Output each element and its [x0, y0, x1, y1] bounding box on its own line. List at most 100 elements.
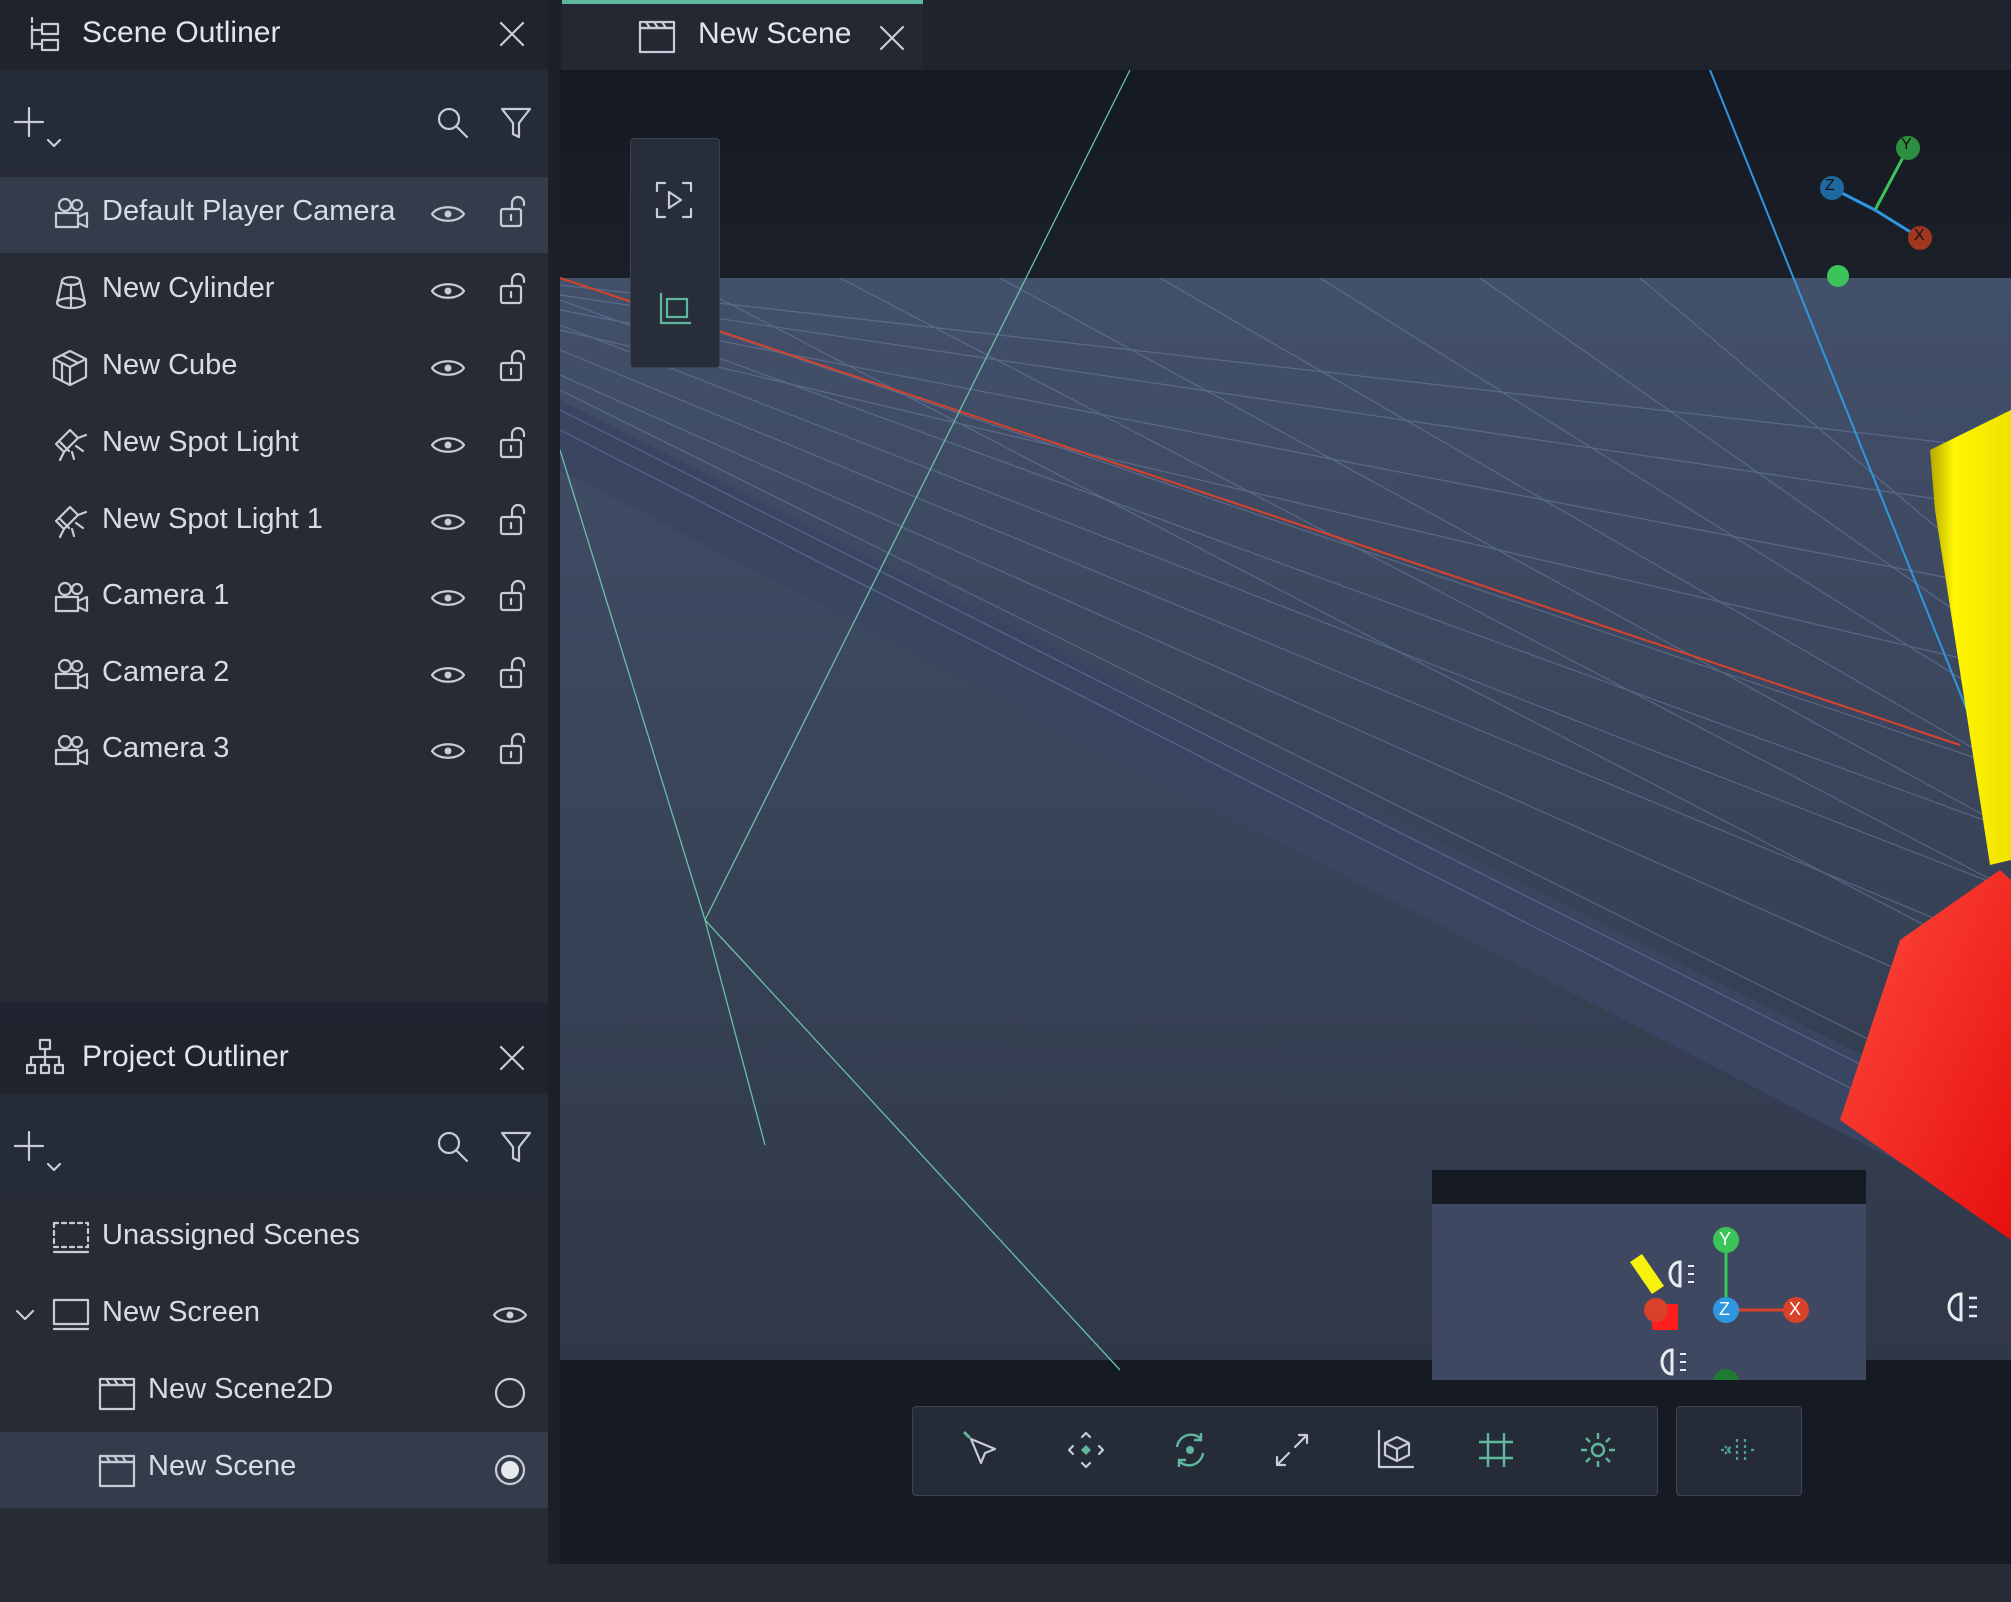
lock-open-icon[interactable]: [498, 272, 528, 306]
panel-splitter[interactable]: [548, 0, 560, 1602]
close-icon[interactable]: [498, 20, 526, 48]
lock-open-icon[interactable]: [498, 195, 528, 229]
play-frame-icon[interactable]: [655, 181, 693, 219]
visibility-eye-icon[interactable]: [430, 201, 466, 227]
gizmo-label-y: Y: [1901, 136, 1912, 153]
snap-grid-icon[interactable]: [1473, 1427, 1519, 1473]
visibility-eye-icon[interactable]: [430, 278, 466, 304]
search-icon[interactable]: [436, 106, 470, 140]
visibility-eye-icon[interactable]: [430, 662, 466, 688]
project-item-label: New Scene2D: [148, 1373, 334, 1405]
lock-open-icon[interactable]: [498, 579, 528, 613]
add-dropdown-icon[interactable]: [14, 106, 64, 148]
project-outliner-title: Project Outliner: [82, 1040, 289, 1073]
tab-label: New Scene: [698, 17, 852, 50]
light-gizmo-icon[interactable]: [1945, 1290, 1985, 1324]
outliner-row-new-spot-light[interactable]: New Spot Light: [0, 408, 548, 484]
outliner-item-label: New Cube: [102, 349, 238, 381]
outliner-item-label: Default Player Camera: [102, 195, 396, 227]
add-dropdown-icon[interactable]: [14, 1130, 64, 1172]
outliner-row-camera-2[interactable]: Camera 2: [0, 638, 548, 714]
extra-toolbar: [1676, 1406, 1802, 1496]
lock-open-icon[interactable]: [498, 503, 528, 537]
preview-gizmo-x-label: X: [1789, 1299, 1802, 1319]
project-row-new-screen[interactable]: New Screen: [0, 1278, 548, 1354]
preview-gizmo-y-label: Y: [1719, 1229, 1732, 1249]
scene-icon: [98, 1452, 136, 1488]
radio-unselected-icon[interactable]: [494, 1377, 526, 1409]
close-icon[interactable]: [878, 24, 906, 52]
pivot-tool-icon[interactable]: [1715, 1427, 1761, 1473]
project-outliner-panel: Project Outliner Unassigned Scenes New S…: [0, 1024, 560, 1602]
project-item-label: New Screen: [102, 1296, 260, 1328]
project-item-label: New Scene: [148, 1450, 297, 1482]
outliner-item-label: New Spot Light 1: [102, 503, 323, 535]
screen-icon: [52, 1298, 90, 1332]
outliner-row-camera-3[interactable]: Camera 3: [0, 714, 548, 790]
cube-icon: [52, 349, 88, 387]
filter-icon[interactable]: [500, 106, 532, 140]
project-row-unassigned-scenes[interactable]: Unassigned Scenes: [0, 1201, 548, 1277]
close-icon[interactable]: [498, 1044, 526, 1072]
outliner-row-default-player-camera[interactable]: Default Player Camera: [0, 177, 548, 253]
gizmo-label-z: Z: [1825, 177, 1835, 194]
filter-icon[interactable]: [500, 1130, 532, 1164]
lock-open-icon[interactable]: [498, 656, 528, 690]
outliner-item-label: Camera 3: [102, 732, 230, 764]
lighting-toggle-icon[interactable]: [1575, 1427, 1621, 1473]
outliner-item-label: New Cylinder: [102, 272, 275, 304]
editor-tab-bar: New Scene: [560, 0, 2011, 70]
lock-open-icon[interactable]: [498, 426, 528, 460]
scene-icon: [638, 18, 676, 54]
project-outliner-header: Project Outliner: [0, 1024, 560, 1094]
visibility-eye-icon[interactable]: [430, 509, 466, 535]
spotlight-icon: [52, 503, 88, 539]
move-tool-icon[interactable]: [1063, 1427, 1109, 1473]
transform-space-icon[interactable]: [1371, 1427, 1417, 1473]
project-row-new-scene[interactable]: New Scene: [0, 1432, 548, 1508]
scene-outliner-panel: Scene Outliner Default Player Camera New…: [0, 0, 560, 1002]
project-outliner-toolbar: [0, 1096, 548, 1196]
select-tool-icon[interactable]: [959, 1427, 1005, 1473]
outliner-row-new-cube[interactable]: New Cube: [0, 331, 548, 407]
visibility-eye-icon[interactable]: [430, 432, 466, 458]
scene-icon: [98, 1375, 136, 1411]
viewport-side-toolbar: [630, 138, 720, 368]
radio-selected-icon[interactable]: [494, 1454, 526, 1486]
lock-open-icon[interactable]: [498, 349, 528, 383]
camera-icon: [54, 658, 90, 692]
scene-viewport[interactable]: Y X Z Y X Z: [560, 70, 2011, 1564]
visibility-eye-icon[interactable]: [430, 585, 466, 611]
frame-selection-icon[interactable]: [657, 291, 693, 327]
outliner-item-label: New Spot Light: [102, 426, 299, 458]
tab-new-scene[interactable]: New Scene: [562, 0, 923, 70]
visibility-eye-icon[interactable]: [430, 738, 466, 764]
outliner-item-label: Camera 2: [102, 656, 230, 688]
chevron-down-icon[interactable]: [14, 1308, 36, 1322]
camera-icon: [54, 734, 90, 768]
search-icon[interactable]: [436, 1130, 470, 1164]
project-item-label: Unassigned Scenes: [102, 1219, 360, 1251]
transform-toolbar: [912, 1406, 1658, 1496]
unassigned-scenes-icon: [52, 1221, 90, 1255]
rotate-tool-icon[interactable]: [1167, 1427, 1213, 1473]
lock-open-icon[interactable]: [498, 732, 528, 766]
visibility-eye-icon[interactable]: [430, 355, 466, 381]
camera-icon: [54, 581, 90, 615]
scale-tool-icon[interactable]: [1269, 1427, 1315, 1473]
spotlight-icon: [52, 426, 88, 462]
hierarchy-icon: [28, 16, 62, 52]
camera-preview-window: Y X Z: [1432, 1170, 1866, 1380]
camera-icon: [54, 197, 90, 231]
outliner-row-new-cylinder[interactable]: New Cylinder: [0, 254, 548, 330]
status-strip: [0, 1564, 2011, 1602]
outliner-item-label: Camera 1: [102, 579, 230, 611]
scene-outliner-title: Scene Outliner: [82, 16, 281, 49]
cylinder-icon: [54, 274, 88, 310]
outliner-row-new-spot-light-1[interactable]: New Spot Light 1: [0, 485, 548, 561]
gizmo-label-x: X: [1914, 227, 1925, 244]
preview-gizmo-z-label: Z: [1719, 1299, 1730, 1319]
outliner-row-camera-1[interactable]: Camera 1: [0, 561, 548, 637]
project-row-new-scene2d[interactable]: New Scene2D: [0, 1355, 548, 1431]
visibility-eye-icon[interactable]: [492, 1302, 528, 1328]
